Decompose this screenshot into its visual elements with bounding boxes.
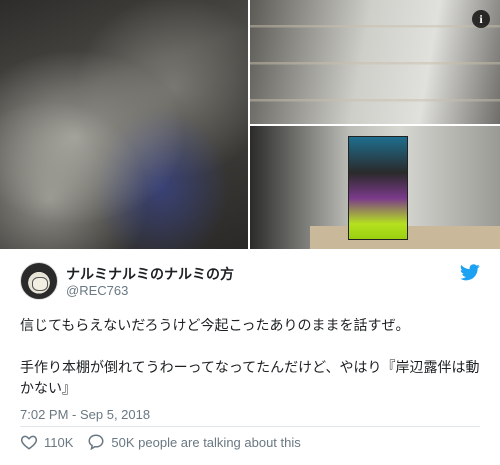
tweet-card: i ナルミナルミのナルミの方 @REC763 信じてもらえないだろうけど今起こっ… (0, 0, 500, 465)
tweet-media-grid[interactable]: i (0, 0, 500, 249)
comment-icon (88, 434, 104, 451)
avatar[interactable] (20, 262, 58, 300)
twitter-bird-icon[interactable] (460, 264, 480, 281)
tweet-text-line: 手作り本棚が倒れてうわーってなってたんだけど、やはり『岸辺露伴は動かない』 (20, 360, 480, 397)
display-name[interactable]: ナルミナルミのナルミの方 (66, 264, 234, 284)
avatar-face (32, 277, 48, 291)
tweet-text: 信じてもらえないだろうけど今起こったありのままを話すぜ。 手作り本棚が倒れてうわ… (20, 316, 482, 400)
like-button[interactable]: 110K (20, 433, 73, 451)
tweet-timestamp[interactable]: 7:02 PM - Sep 5, 2018 (20, 407, 150, 422)
tweet-text-line: 信じてもらえないだろうけど今起こったありのままを話すぜ。 (20, 318, 410, 334)
heart-icon (20, 435, 38, 450)
info-icon[interactable]: i (472, 10, 490, 28)
manga-volume (348, 136, 408, 240)
reply-button[interactable]: 50K people are talking about this (87, 433, 301, 451)
tweet-actions: 110K 50K people are talking about this (20, 432, 315, 452)
standing-manga-photo[interactable] (250, 126, 500, 249)
shelf-planks-photo[interactable]: i (250, 0, 500, 124)
media-divider (250, 124, 500, 126)
collapsed-bookshelf-photo[interactable] (0, 0, 248, 249)
divider (20, 426, 480, 427)
user-handle[interactable]: @REC763 (66, 283, 128, 298)
like-count: 110K (44, 434, 74, 450)
talking-count: 50K people are talking about this (111, 434, 301, 450)
tweet-header: ナルミナルミのナルミの方 @REC763 (20, 262, 480, 302)
